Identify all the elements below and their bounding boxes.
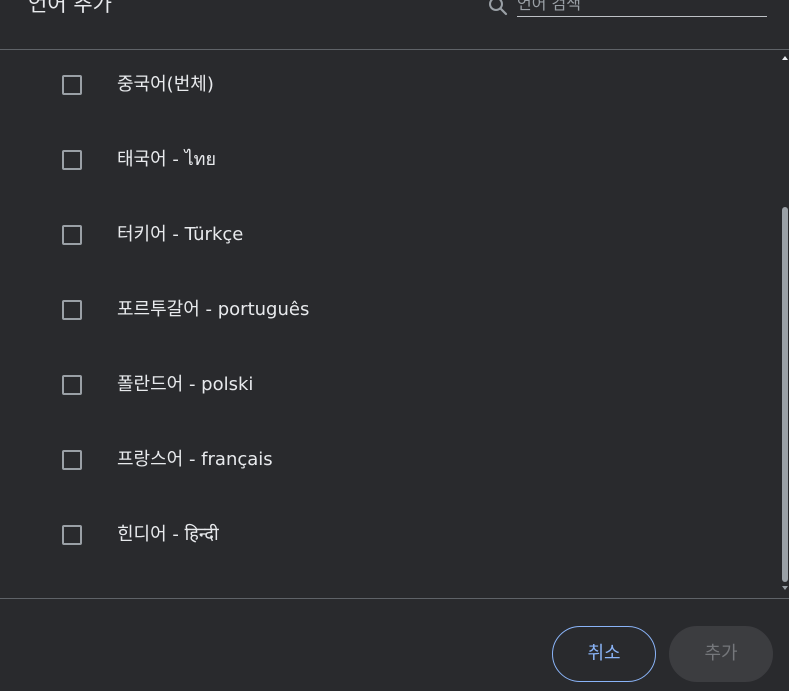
checkbox-icon[interactable] bbox=[62, 450, 82, 470]
list-item[interactable]: 터키어 - Türkçe bbox=[0, 200, 781, 275]
language-label: 터키어 - Türkçe bbox=[117, 224, 244, 245]
list-item[interactable]: 중국어(번체) bbox=[0, 50, 781, 125]
language-search-input[interactable] bbox=[517, 0, 767, 17]
language-label: 폴란드어 - polski bbox=[117, 374, 254, 395]
list-scrollbar[interactable] bbox=[781, 50, 789, 598]
language-label: 태국어 - ไทย bbox=[117, 149, 217, 170]
list-item[interactable]: 폴란드어 - polski bbox=[0, 350, 781, 425]
add-button[interactable]: 추가 bbox=[669, 626, 773, 682]
language-label: 중국어(번체) bbox=[117, 74, 214, 95]
list-item[interactable]: 태국어 - ไทย bbox=[0, 125, 781, 200]
dialog-title: 언어 추가 bbox=[28, 0, 112, 16]
scrollbar-thumb[interactable] bbox=[782, 207, 788, 582]
scroll-up-arrow-icon[interactable] bbox=[782, 56, 788, 60]
scroll-down-arrow-icon[interactable] bbox=[782, 586, 788, 590]
checkbox-icon[interactable] bbox=[62, 525, 82, 545]
search-icon[interactable] bbox=[486, 0, 510, 18]
add-language-dialog: 언어 추가 중국어(번체) 태국어 - ไทย 터키어 - Türkçe 포르투… bbox=[0, 0, 789, 691]
checkbox-icon[interactable] bbox=[62, 150, 82, 170]
dialog-footer: 취소 추가 bbox=[0, 598, 789, 691]
language-label: 프랑스어 - français bbox=[117, 449, 273, 470]
list-item[interactable]: 힌디어 - हिन्दी bbox=[0, 500, 781, 575]
language-list: 중국어(번체) 태국어 - ไทย 터키어 - Türkçe 포르투갈어 - p… bbox=[0, 50, 781, 598]
checkbox-icon[interactable] bbox=[62, 300, 82, 320]
checkbox-icon[interactable] bbox=[62, 75, 82, 95]
cancel-button[interactable]: 취소 bbox=[552, 626, 656, 682]
list-item[interactable]: 포르투갈어 - português bbox=[0, 275, 781, 350]
language-label: 포르투갈어 - português bbox=[117, 299, 310, 320]
dialog-header: 언어 추가 bbox=[0, 0, 789, 50]
checkbox-icon[interactable] bbox=[62, 375, 82, 395]
language-label: 힌디어 - हिन्दी bbox=[117, 524, 219, 545]
checkbox-icon[interactable] bbox=[62, 225, 82, 245]
list-item[interactable]: 프랑스어 - français bbox=[0, 425, 781, 500]
